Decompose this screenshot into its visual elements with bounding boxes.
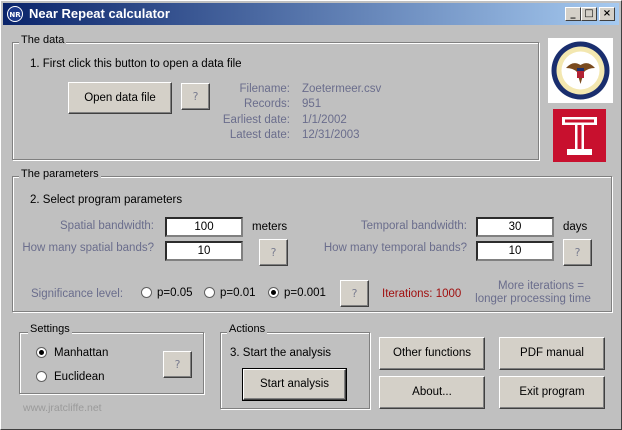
temporal-help-button[interactable]: ?: [563, 239, 592, 266]
open-file-instruction: 1. First click this button to open a dat…: [30, 58, 242, 70]
exit-program-button[interactable]: Exit program: [499, 376, 605, 409]
temporal-bandwidth-input[interactable]: 30: [476, 217, 554, 237]
euclidean-radio[interactable]: [36, 371, 47, 382]
significance-radio-0001[interactable]: [268, 287, 279, 298]
start-analysis-button[interactable]: Start analysis: [242, 368, 347, 401]
maximize-icon[interactable]: □: [581, 7, 597, 21]
settings-help-button[interactable]: ?: [163, 351, 192, 378]
open-data-file-button[interactable]: Open data file: [68, 82, 172, 114]
significance-label: Significance level:: [31, 288, 124, 300]
manhattan-label: Manhattan: [54, 347, 109, 359]
earliest-date-value: 1/1/2002: [302, 114, 347, 126]
window-title: Near Repeat calculator: [29, 6, 170, 21]
iterations-note-line2: longer processing time: [475, 293, 591, 305]
data-group-legend: The data: [19, 34, 67, 46]
temporal-bands-input[interactable]: 10: [476, 241, 554, 261]
close-icon[interactable]: ×: [599, 7, 615, 21]
title-bar[interactable]: NR Near Repeat calculator _ □ ×: [3, 3, 619, 25]
manhattan-radio[interactable]: [36, 347, 47, 358]
earliest-date-label: Earliest date:: [222, 114, 290, 126]
app-window: NR Near Repeat calculator _ □ × The data…: [0, 0, 622, 430]
spatial-bands-label: How many spatial bands?: [22, 242, 154, 254]
other-functions-button[interactable]: Other functions: [379, 337, 485, 370]
pdf-manual-button[interactable]: PDF manual: [499, 337, 605, 370]
significance-option-005: p=0.05: [157, 287, 193, 299]
significance-radio-001[interactable]: [204, 287, 215, 298]
temporal-unit-label: days: [563, 221, 588, 233]
temporal-bandwidth-label: Temporal bandwidth:: [360, 220, 467, 232]
actions-group-legend: Actions: [227, 323, 268, 335]
settings-group-legend: Settings: [28, 323, 72, 335]
minimize-icon[interactable]: _: [565, 7, 581, 21]
temporal-bands-label: How many temporal bands?: [323, 242, 467, 254]
doj-seal-logo: [548, 38, 613, 103]
spatial-help-button[interactable]: ?: [259, 239, 288, 266]
parameters-group-legend: The parameters: [19, 168, 101, 180]
about-button[interactable]: About...: [379, 376, 485, 409]
filename-value: Zoetermeer.csv: [302, 83, 382, 95]
iterations-label: Iterations: 1000: [382, 288, 462, 300]
euclidean-label: Euclidean: [54, 371, 105, 383]
spatial-bands-input[interactable]: 10: [165, 241, 243, 261]
spatial-bandwidth-input[interactable]: 100: [165, 217, 243, 237]
app-icon: NR: [7, 6, 23, 22]
records-label: Records:: [243, 98, 290, 110]
latest-date-label: Latest date:: [229, 129, 290, 141]
latest-date-value: 12/31/2003: [302, 129, 360, 141]
significance-help-button[interactable]: ?: [340, 280, 369, 307]
significance-option-001: p=0.01: [220, 287, 256, 299]
records-value: 951: [302, 98, 322, 110]
iterations-note-line1: More iterations =: [498, 280, 584, 292]
temple-university-logo: [553, 109, 606, 162]
significance-radio-005[interactable]: [141, 287, 152, 298]
start-analysis-instruction: 3. Start the analysis: [230, 347, 331, 359]
significance-option-0001: p=0.001: [284, 287, 326, 299]
website-footer: www.jratcliffe.net: [23, 402, 102, 414]
filename-label: Filename:: [239, 83, 291, 95]
parameters-instruction: 2. Select program parameters: [30, 194, 183, 206]
spatial-bandwidth-label: Spatial bandwidth:: [60, 220, 154, 232]
spatial-unit-label: meters: [252, 221, 288, 233]
